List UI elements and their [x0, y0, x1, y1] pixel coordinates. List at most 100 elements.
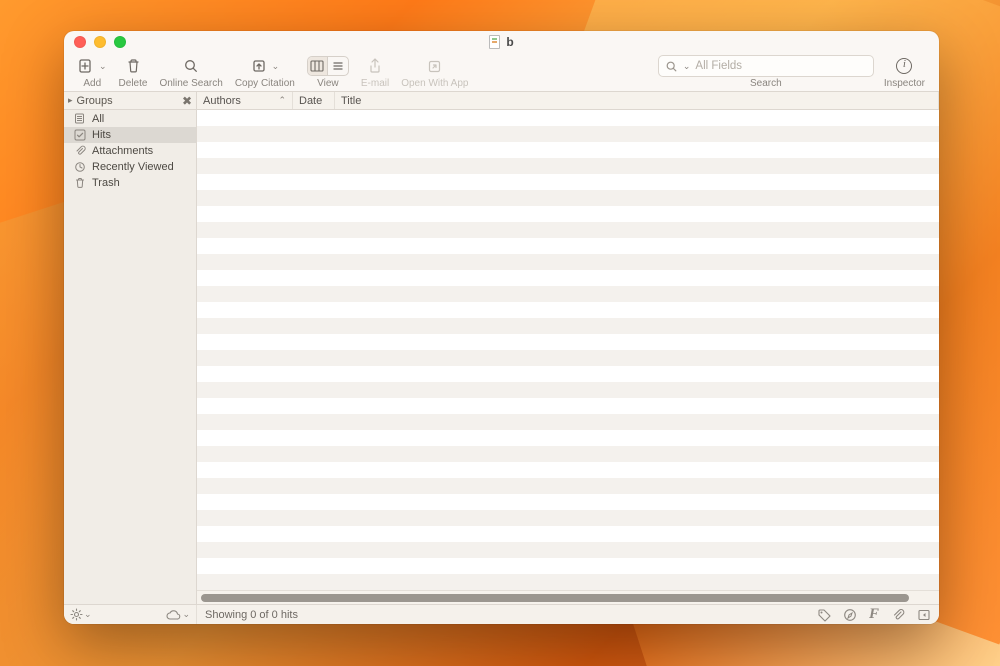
- table-row: [197, 462, 939, 478]
- chevron-down-icon: ⌄: [99, 61, 107, 72]
- sidebar-item-attachments[interactable]: Attachments: [64, 143, 196, 159]
- table-row: [197, 142, 939, 158]
- search-icon: [183, 58, 199, 74]
- online-search-button[interactable]: Online Search: [159, 55, 222, 89]
- window-title: b: [64, 35, 939, 49]
- inspector-button[interactable]: Inspector: [884, 55, 925, 89]
- sidebar: ▸ Groups ✖ All Hits: [64, 92, 197, 604]
- table-row: [197, 318, 939, 334]
- table-header: Authors ⌃ Date Title: [197, 92, 939, 110]
- close-sidebar-icon[interactable]: ✖: [182, 94, 192, 108]
- scrollbar-thumb[interactable]: [201, 594, 909, 602]
- compass-icon[interactable]: [843, 608, 857, 622]
- sidebar-header[interactable]: ▸ Groups ✖: [64, 92, 196, 110]
- table-row: [197, 174, 939, 190]
- chevron-down-icon[interactable]: ⌄: [683, 61, 691, 72]
- horizontal-scrollbar[interactable]: [197, 590, 939, 604]
- email-label: E-mail: [361, 78, 389, 89]
- sidebar-item-label: Recently Viewed: [92, 161, 174, 173]
- check-icon: [74, 129, 86, 141]
- table-row: [197, 334, 939, 350]
- search-field[interactable]: ⌄: [658, 55, 874, 77]
- status-text: Showing 0 of 0 hits: [197, 609, 809, 621]
- open-with-app-button: Open With App: [401, 55, 468, 89]
- copy-citation-button[interactable]: ⌄ Copy Citation: [235, 55, 295, 89]
- sidebar-item-recently-viewed[interactable]: Recently Viewed: [64, 159, 196, 175]
- view-toggle[interactable]: View: [307, 55, 349, 89]
- trash-icon: [74, 177, 86, 189]
- table-row: [197, 158, 939, 174]
- delete-button[interactable]: Delete: [119, 55, 148, 89]
- sidebar-list: All Hits Attachments: [64, 110, 196, 191]
- column-header-title[interactable]: Title: [335, 92, 939, 109]
- search-input[interactable]: [695, 60, 866, 72]
- gear-icon[interactable]: [70, 608, 83, 621]
- sidebar-item-all[interactable]: All: [64, 111, 196, 127]
- chevron-down-icon[interactable]: ⌄: [182, 609, 190, 620]
- main-content: Authors ⌃ Date Title: [197, 92, 939, 604]
- disclosure-triangle-icon[interactable]: ▸: [68, 95, 73, 106]
- chevron-down-icon: ⌄: [272, 61, 280, 72]
- view-label: View: [317, 78, 339, 89]
- table-row: [197, 110, 939, 126]
- columns-view-icon[interactable]: [308, 57, 328, 75]
- table-row: [197, 510, 939, 526]
- sidebar-item-label: Trash: [92, 177, 120, 189]
- table-row: [197, 302, 939, 318]
- column-header-authors[interactable]: Authors ⌃: [197, 92, 293, 109]
- column-label: Date: [299, 95, 322, 107]
- window-title-text: b: [506, 35, 513, 49]
- open-with-app-label: Open With App: [401, 78, 468, 89]
- font-icon[interactable]: F: [869, 606, 879, 623]
- paperclip-icon[interactable]: [891, 608, 905, 622]
- table-row: [197, 574, 939, 590]
- table-row: [197, 542, 939, 558]
- table-row: [197, 430, 939, 446]
- table-body[interactable]: [197, 110, 939, 590]
- sidebar-item-hits[interactable]: Hits: [64, 127, 196, 143]
- email-button: E-mail: [361, 55, 389, 89]
- toolbar: ⌄ Add Delete Online Search: [64, 53, 939, 92]
- list-view-icon[interactable]: [328, 57, 348, 75]
- table-row: [197, 238, 939, 254]
- sidebar-item-trash[interactable]: Trash: [64, 175, 196, 191]
- trash-icon: [126, 58, 141, 74]
- open-external-icon: [427, 59, 442, 74]
- inspector-label: Inspector: [884, 78, 925, 89]
- document-icon: [489, 35, 500, 49]
- table-row: [197, 478, 939, 494]
- table-row: [197, 270, 939, 286]
- table-row: [197, 558, 939, 574]
- add-button[interactable]: ⌄ Add: [78, 55, 107, 89]
- info-icon: [896, 58, 912, 74]
- chevron-down-icon[interactable]: ⌄: [84, 609, 92, 620]
- table-row: [197, 398, 939, 414]
- search-label: Search: [750, 78, 782, 89]
- titlebar: b: [64, 31, 939, 53]
- status-bar: ⌄ ⌄ Showing 0 of 0 hits F: [64, 604, 939, 624]
- share-icon: [368, 58, 382, 74]
- collapse-panel-icon[interactable]: [917, 608, 931, 622]
- sidebar-item-label: Hits: [92, 129, 111, 141]
- online-search-label: Online Search: [159, 78, 222, 89]
- add-label: Add: [83, 78, 101, 89]
- delete-label: Delete: [119, 78, 148, 89]
- cloud-icon[interactable]: [165, 609, 181, 621]
- table-row: [197, 382, 939, 398]
- search-icon: [665, 60, 678, 73]
- table-row: [197, 126, 939, 142]
- app-window: b ⌄ Add Delete: [64, 31, 939, 624]
- sidebar-item-label: All: [92, 113, 104, 125]
- column-label: Authors: [203, 95, 241, 107]
- table-row: [197, 286, 939, 302]
- table-row: [197, 350, 939, 366]
- sort-ascending-icon: ⌃: [278, 95, 286, 106]
- stack-icon: [74, 113, 86, 125]
- add-icon: [78, 58, 94, 74]
- column-header-date[interactable]: Date: [293, 92, 335, 109]
- table-row: [197, 206, 939, 222]
- table-row: [197, 526, 939, 542]
- tag-icon[interactable]: [817, 608, 831, 622]
- paperclip-icon: [74, 145, 86, 157]
- sidebar-item-label: Attachments: [92, 145, 153, 157]
